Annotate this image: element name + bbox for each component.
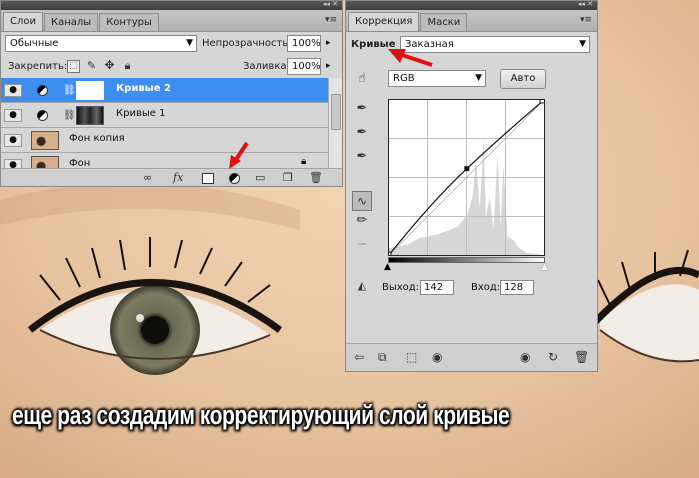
fill-input[interactable]: 100% — [287, 58, 321, 75]
opacity-input[interactable]: 100% — [287, 35, 321, 52]
trash-icon[interactable]: 🗑︎ — [309, 171, 323, 185]
fill-label: Заливка: — [243, 61, 290, 72]
chain-link-icon[interactable]: ⛓︎ — [63, 110, 76, 121]
layers-bottom-toolbar: ∞ fx ▭ ❐ 🗑︎ — [1, 168, 342, 186]
curve-endpoint-black[interactable] — [388, 251, 392, 256]
panel-collapse-controls[interactable]: ◂◂ ✕ — [323, 1, 338, 9]
input-field[interactable]: 128 — [500, 280, 534, 295]
black-input-slider-icon[interactable]: ▲ — [384, 262, 391, 272]
tab-paths[interactable]: Контуры — [99, 13, 159, 31]
caption-text: еще раз создадим корректирующий слой кри… — [12, 400, 510, 430]
lock-pixels-brush-icon[interactable]: ✎ — [85, 60, 98, 73]
blend-mode-select[interactable]: Обычные ▼ — [5, 35, 197, 52]
layers-titlebar: ◂◂ ✕ — [1, 1, 342, 10]
panel-collapse-controls[interactable]: ◂◂ ✕ — [578, 1, 593, 9]
channel-value: RGB — [393, 73, 415, 84]
pencil-draw-icon[interactable]: ✏ — [348, 213, 376, 228]
layers-scrollbar[interactable] — [328, 78, 342, 168]
fill-slider-arrow-icon[interactable]: ▸ — [326, 58, 331, 75]
curve-endpoint-white[interactable] — [539, 99, 545, 104]
layer-list: ● ⛓︎ Кривые 2 ● ⛓︎ Кривые 1 ● Фон копия … — [1, 78, 328, 178]
channel-select[interactable]: RGB ▼ — [388, 70, 486, 87]
back-arrow-icon[interactable]: ⇦ — [354, 350, 364, 364]
smooth-curve-icon[interactable]: ∽ — [348, 237, 376, 252]
layer-row-curves-1[interactable]: ● ⛓︎ Кривые 1 — [1, 103, 328, 128]
layers-tabbar: Слои Каналы Контуры ▾≡ — [1, 10, 342, 32]
blend-row: Обычные ▼ Непрозрачность: 100% ▸ — [1, 32, 342, 56]
layer-mask-thumbnail[interactable] — [76, 81, 104, 100]
opacity-label: Непрозрачность: — [202, 38, 292, 49]
curve-control-point[interactable] — [464, 166, 470, 172]
tab-channels[interactable]: Каналы — [44, 13, 99, 31]
expand-view-icon[interactable]: ⧉ — [378, 350, 387, 364]
layers-panel: ◂◂ ✕ Слои Каналы Контуры ▾≡ Обычные ▼ Не… — [0, 0, 343, 187]
visibility-eye-icon[interactable]: ● — [4, 109, 22, 122]
new-layer-icon[interactable]: ❐ — [283, 171, 293, 185]
lock-position-move-icon[interactable]: ✥ — [103, 59, 116, 73]
layer-mask-thumbnail[interactable] — [76, 106, 104, 125]
layer-thumbnail[interactable] — [31, 131, 59, 150]
reset-icon[interactable]: ↻ — [548, 350, 558, 364]
adjustments-titlebar: ◂◂ ✕ — [346, 1, 597, 10]
input-gradient-bar — [388, 257, 545, 263]
chain-link-icon[interactable]: ⛓︎ — [63, 85, 76, 96]
gray-point-eyedropper-icon[interactable]: ✒ — [348, 125, 376, 140]
scrollbar-thumb[interactable] — [331, 94, 341, 130]
lock-row: Закрепить: ⬚ ✎ ✥ 🔒︎ Заливка: 100% ▸ — [1, 56, 342, 80]
white-input-slider-icon[interactable]: ▲ — [541, 262, 548, 272]
adjustments-footer-toolbar: ⇦ ⧉ ⬚ ◉ ◉ ↻ 🗑︎ — [346, 343, 597, 371]
tab-adjustments[interactable]: Коррекция — [348, 12, 420, 31]
blend-mode-value: Обычные — [10, 38, 59, 49]
panel-menu-icon[interactable]: ▾≡ — [580, 15, 592, 25]
curves-adjustment-icon — [37, 110, 48, 121]
on-image-adjust-hand-icon[interactable]: ☝ — [348, 71, 376, 86]
fx-icon[interactable]: fx — [173, 171, 183, 185]
red-arrow-annotation — [388, 49, 433, 67]
link-icon[interactable]: ∞ — [143, 171, 152, 185]
layer-name: Кривые 2 — [116, 83, 171, 94]
lock-all-padlock-icon[interactable]: 🔒︎ — [121, 60, 134, 73]
input-label: Вход: — [471, 282, 501, 293]
layer-name: Фон копия — [69, 133, 125, 144]
tab-masks[interactable]: Маски — [420, 13, 468, 31]
output-field[interactable]: 142 — [420, 280, 454, 295]
lock-transparent-icon[interactable]: ⬚ — [67, 60, 80, 73]
white-point-eyedropper-icon[interactable]: ✒ — [348, 149, 376, 164]
adjustments-panel: ◂◂ ✕ Коррекция Маски ▾≡ Кривые Заказная … — [345, 0, 598, 372]
layer-lock-icon: 🔒︎ — [301, 156, 307, 167]
layer-row-curves-2[interactable]: ● ⛓︎ Кривые 2 — [1, 78, 328, 103]
curves-graph[interactable] — [388, 99, 545, 256]
curve-point-tool-icon[interactable]: ∿ — [352, 191, 372, 211]
visibility-eye-icon[interactable]: ● — [4, 84, 22, 97]
view-previous-state-icon[interactable]: ◉ — [520, 350, 530, 364]
chevron-down-icon: ▼ — [186, 38, 193, 48]
visibility-eye-icon[interactable]: ● — [4, 134, 22, 147]
auto-button[interactable]: Авто — [500, 69, 546, 89]
chevron-down-icon: ▼ — [579, 39, 586, 49]
opacity-slider-arrow-icon[interactable]: ▸ — [326, 35, 331, 52]
red-arrow-annotation — [229, 141, 249, 169]
curves-adjustment-icon — [37, 85, 48, 96]
tab-layers[interactable]: Слои — [3, 12, 43, 31]
lock-label: Закрепить: — [8, 61, 68, 72]
panel-menu-icon[interactable]: ▾≡ — [325, 15, 337, 25]
trash-icon[interactable]: 🗑︎ — [574, 350, 589, 364]
adjustment-layer-icon[interactable] — [229, 173, 240, 184]
layer-name: Кривые 1 — [116, 108, 166, 119]
adjustments-tabbar: Коррекция Маски ▾≡ — [346, 10, 597, 32]
visibility-eye-icon[interactable]: ◉ — [432, 350, 442, 364]
clipping-warning-icon[interactable]: ◭ — [348, 279, 376, 292]
black-point-eyedropper-icon[interactable]: ✒ — [348, 101, 376, 116]
mask-icon[interactable] — [202, 173, 214, 184]
clip-to-layer-icon[interactable]: ⬚ — [406, 350, 417, 364]
folder-icon[interactable]: ▭ — [255, 171, 265, 185]
layer-row-background-copy[interactable]: ● Фон копия — [1, 128, 328, 153]
chevron-down-icon: ▼ — [475, 73, 482, 83]
output-label: Выход: — [382, 282, 420, 293]
